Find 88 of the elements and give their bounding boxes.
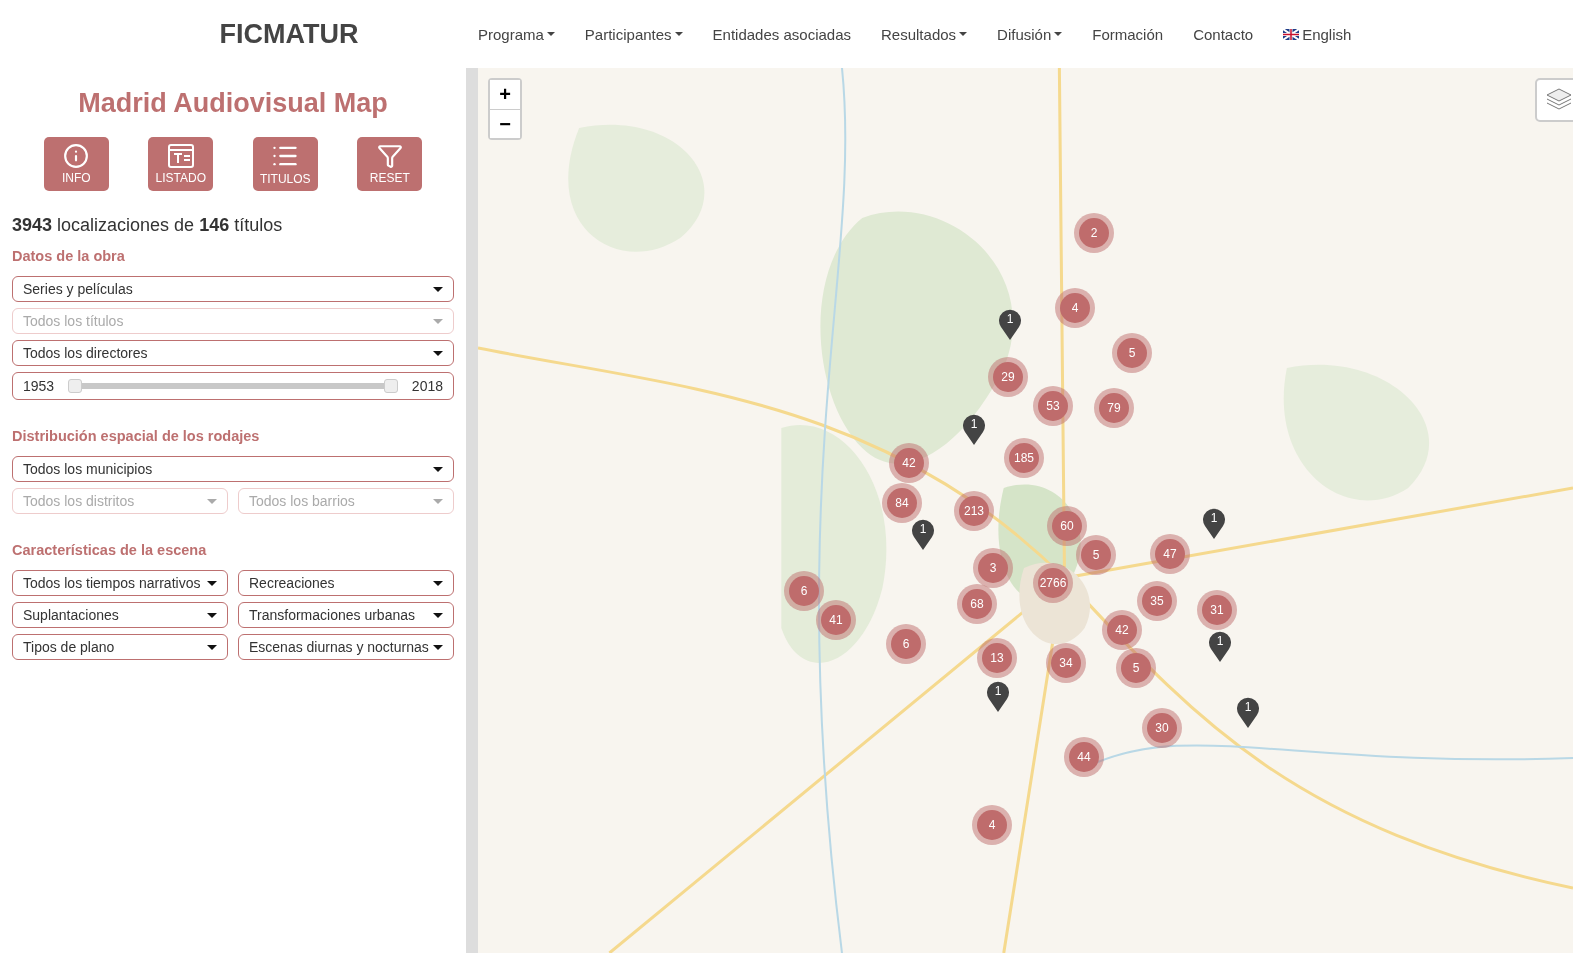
- cluster-marker[interactable]: 53: [1033, 386, 1073, 426]
- map-pin[interactable]: 1: [1208, 631, 1232, 663]
- layers-button[interactable]: [1535, 78, 1573, 122]
- caret-icon: [207, 644, 217, 650]
- select-field[interactable]: Transformaciones urbanas: [238, 602, 454, 628]
- nav-link[interactable]: English: [1283, 25, 1352, 43]
- section-heading: Características de la escena: [12, 542, 208, 558]
- select-field[interactable]: Escenas diurnas y nocturnas: [238, 634, 454, 660]
- cluster-marker[interactable]: 213: [954, 491, 994, 531]
- slider-handle[interactable]: [383, 379, 398, 393]
- nav-link[interactable]: Contacto: [1193, 25, 1254, 43]
- cluster-marker[interactable]: 2: [1074, 213, 1114, 253]
- cluster-marker[interactable]: 13: [977, 638, 1017, 678]
- caret-icon: [207, 498, 217, 504]
- brand-logo[interactable]: FICMATUR: [219, 18, 359, 50]
- section-heading: Distribución espacial de los rodajes: [12, 428, 261, 444]
- select-field[interactable]: Tipos de plano: [12, 634, 228, 660]
- slider-handle[interactable]: [68, 379, 83, 393]
- select-field[interactable]: Todos los tiempos narrativos: [12, 570, 228, 596]
- cluster-marker[interactable]: 6: [886, 624, 926, 664]
- cluster-marker[interactable]: 60: [1047, 506, 1087, 546]
- caret-icon: [433, 612, 443, 618]
- info-icon: [63, 143, 90, 169]
- map-pin[interactable]: 1: [998, 309, 1022, 341]
- select-field[interactable]: Todos los municipios: [12, 456, 454, 482]
- caret-icon: [433, 286, 443, 292]
- nav-link[interactable]: Difusión: [997, 25, 1063, 43]
- cluster-marker[interactable]: 6: [784, 571, 824, 611]
- map-pin[interactable]: 1: [1236, 697, 1260, 729]
- tool-button[interactable]: TITULOS: [252, 137, 318, 191]
- nav-link[interactable]: Resultados: [881, 25, 968, 43]
- filter-icon: [376, 143, 403, 169]
- caret-icon: [207, 612, 217, 618]
- cluster-marker[interactable]: 4: [1055, 288, 1095, 328]
- flag-icon: [1283, 28, 1300, 40]
- caret-icon: [433, 580, 443, 586]
- map-pin[interactable]: 1: [986, 681, 1010, 713]
- cluster-marker[interactable]: 44: [1064, 737, 1104, 777]
- page-title: Madrid Audiovisual Map: [77, 88, 389, 119]
- cluster-marker[interactable]: 31: [1197, 590, 1237, 630]
- cluster-marker[interactable]: 41: [816, 600, 856, 640]
- caret-icon: [433, 466, 443, 472]
- cluster-marker[interactable]: 3: [973, 548, 1013, 588]
- cluster-marker[interactable]: 5: [1076, 535, 1116, 575]
- section-heading: Datos de la obra: [12, 248, 126, 264]
- select-field[interactable]: Series y películas: [12, 276, 454, 302]
- range-max: 2018: [411, 378, 443, 394]
- select-field[interactable]: Suplantaciones: [12, 602, 228, 628]
- nav-link[interactable]: Participantes: [584, 25, 683, 43]
- map-pin[interactable]: 1: [962, 414, 986, 446]
- cluster-marker[interactable]: 84: [882, 483, 922, 523]
- cluster-marker[interactable]: 185: [1004, 438, 1044, 478]
- cluster-marker[interactable]: 4: [972, 805, 1012, 845]
- select-field[interactable]: Todos los directores: [12, 340, 454, 366]
- caret-icon: [207, 580, 217, 586]
- cluster-marker[interactable]: 68: [957, 584, 997, 624]
- nav-link[interactable]: Programa: [478, 25, 555, 43]
- table-icon: [166, 143, 195, 169]
- caret-icon: [433, 644, 443, 650]
- tool-button[interactable]: INFO: [43, 137, 109, 191]
- cluster-marker[interactable]: 47: [1150, 534, 1190, 574]
- cluster-marker[interactable]: 79: [1094, 388, 1134, 428]
- caret-icon: [433, 318, 443, 324]
- tool-button[interactable]: LISTADO: [148, 137, 214, 191]
- nav-link[interactable]: Formación: [1092, 25, 1164, 43]
- caret-icon: [674, 32, 683, 36]
- nav-link[interactable]: Entidades asociadas: [712, 25, 851, 43]
- cluster-marker[interactable]: 29: [988, 357, 1028, 397]
- cluster-marker[interactable]: 30: [1142, 708, 1182, 748]
- tool-button[interactable]: RESET: [357, 137, 423, 191]
- caret-icon: [433, 350, 443, 356]
- caret-icon: [1054, 32, 1063, 36]
- range-min: 1953: [23, 378, 55, 394]
- caret-icon: [433, 498, 443, 504]
- cluster-marker[interactable]: 5: [1112, 333, 1152, 373]
- cluster-marker[interactable]: 34: [1046, 643, 1086, 683]
- cluster-marker[interactable]: 42: [1102, 610, 1142, 650]
- cluster-marker[interactable]: 2766: [1033, 563, 1073, 603]
- cluster-marker[interactable]: 35: [1137, 581, 1177, 621]
- caret-icon: [959, 32, 968, 36]
- zoom-out-button[interactable]: −: [490, 109, 520, 138]
- caret-icon: [546, 32, 555, 36]
- cluster-marker[interactable]: 42: [889, 443, 929, 483]
- summary-text: 3943 localizaciones de 146 títulos: [12, 215, 284, 236]
- map-pin[interactable]: 1: [1202, 508, 1226, 540]
- select-field[interactable]: Recreaciones: [238, 570, 454, 596]
- cluster-marker[interactable]: 5: [1116, 648, 1156, 688]
- map-pin[interactable]: 1: [911, 519, 935, 551]
